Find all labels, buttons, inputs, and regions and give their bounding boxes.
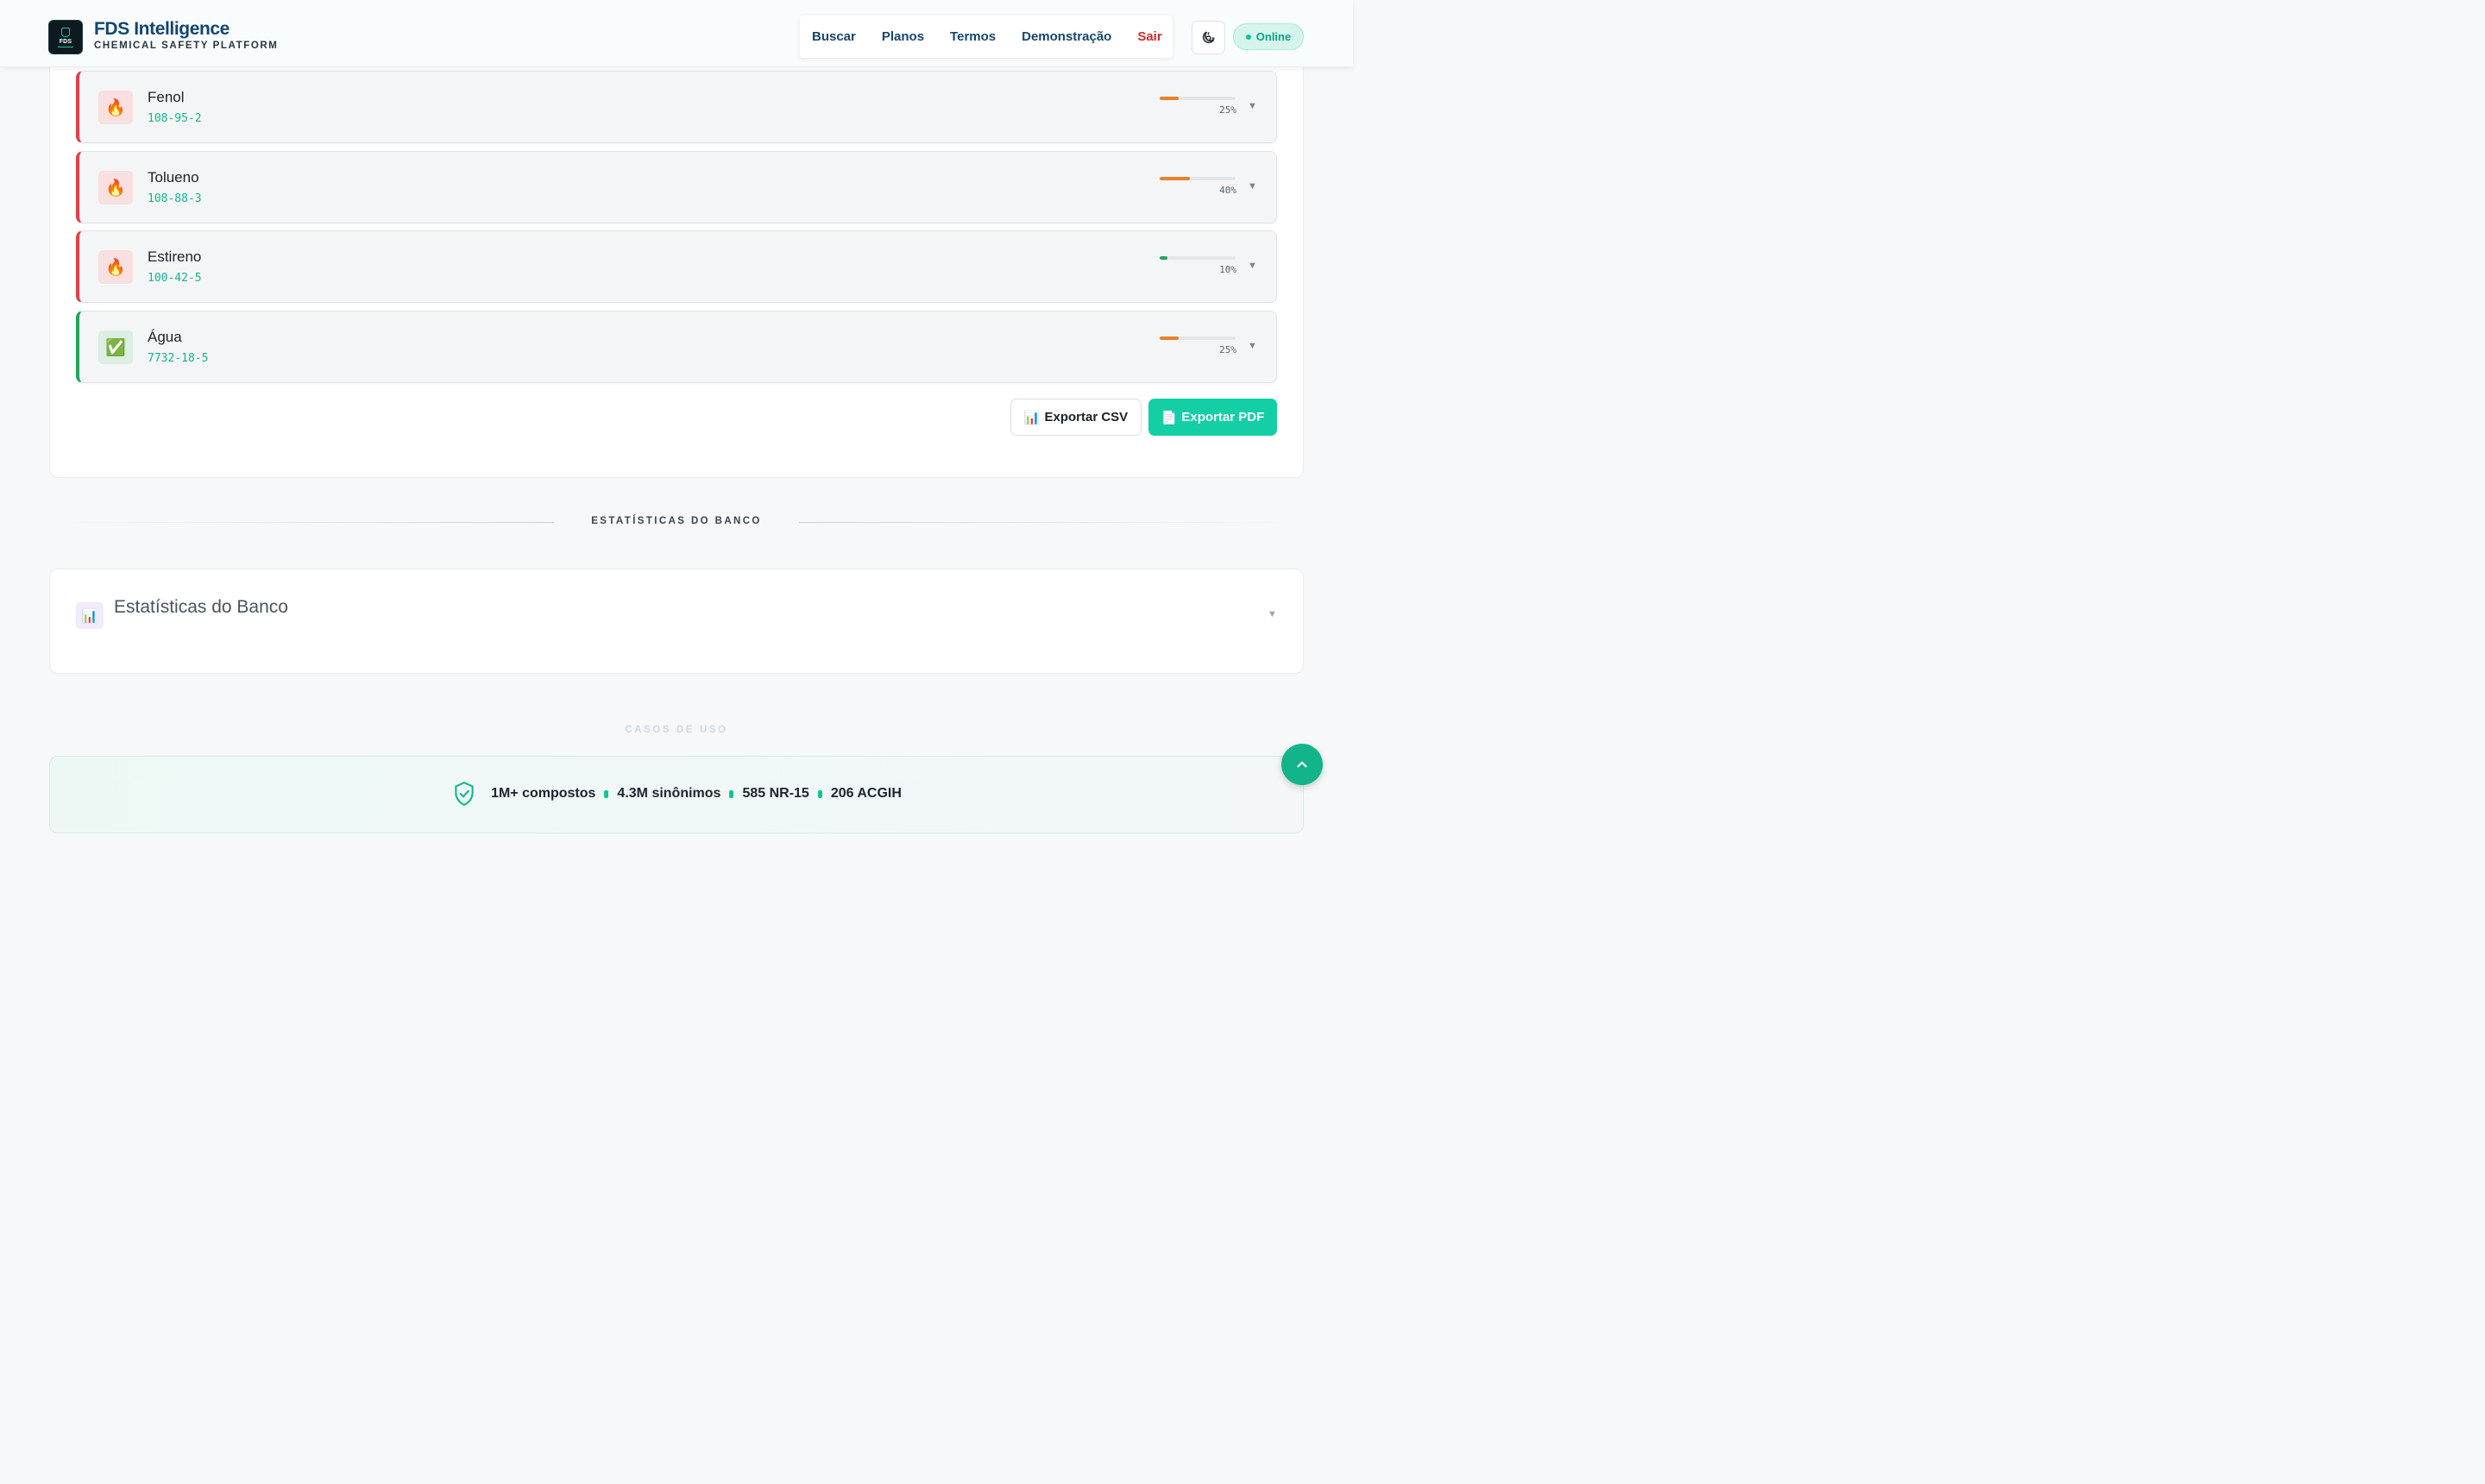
cas-number: 100-42-5 bbox=[148, 272, 202, 285]
chart-icon: 📊 bbox=[1023, 410, 1041, 425]
separator-icon bbox=[604, 789, 609, 798]
risk-bar bbox=[1160, 336, 1236, 340]
logo-text: FDS bbox=[59, 38, 72, 45]
nav-demonstracao[interactable]: Demonstração bbox=[1022, 29, 1111, 44]
compound-row[interactable]: 🔥 Estireno 100-42-5 10% ▼ bbox=[76, 230, 1277, 303]
flask-icon bbox=[61, 27, 70, 37]
export-pdf-label: Exportar PDF bbox=[1181, 410, 1265, 424]
status-badge: Online bbox=[1233, 23, 1304, 50]
brand-subtitle: CHEMICAL SAFETY PLATFORM bbox=[94, 41, 279, 51]
banner-stat: 1M+ compostos bbox=[491, 786, 596, 801]
nav-planos[interactable]: Planos bbox=[882, 29, 924, 44]
check-icon: ✅ bbox=[98, 330, 133, 364]
risk-bar bbox=[1160, 97, 1236, 100]
stats-accordion[interactable]: 📊 Estatísticas do Banco ▼ bbox=[49, 569, 1304, 674]
risk-percent: 10% bbox=[1219, 264, 1236, 275]
risk-percent: 25% bbox=[1219, 104, 1236, 116]
compound-name: Estireno bbox=[148, 248, 202, 265]
banner-stat: 206 ACGIH bbox=[830, 786, 902, 801]
cas-number: 108-95-2 bbox=[148, 112, 202, 125]
risk-percent: 25% bbox=[1219, 344, 1236, 355]
logout-link[interactable]: Sair bbox=[1137, 29, 1161, 44]
theme-toggle-button[interactable] bbox=[1192, 21, 1225, 54]
separator-icon bbox=[817, 789, 822, 798]
banner-stat: 585 NR-15 bbox=[742, 786, 809, 801]
export-csv-button[interactable]: 📊 Exportar CSV bbox=[1010, 399, 1142, 436]
compound-name: Tolueno bbox=[148, 169, 199, 186]
stats-banner: 1M+ compostos 4.3M sinônimos 585 NR-15 2… bbox=[49, 756, 1304, 833]
chevron-down-icon[interactable]: ▼ bbox=[1268, 609, 1277, 619]
stats-title: Estatísticas do Banco bbox=[114, 597, 288, 617]
fire-icon: 🔥 bbox=[98, 250, 133, 284]
main-nav: Buscar Planos Termos Demonstração Sair bbox=[800, 16, 1173, 58]
compound-name: Fenol bbox=[148, 89, 185, 105]
scroll-to-top-button[interactable] bbox=[1281, 744, 1323, 785]
risk-bar bbox=[1160, 177, 1236, 180]
risk-bar bbox=[1160, 256, 1236, 260]
export-pdf-button[interactable]: 📄 Exportar PDF bbox=[1148, 399, 1277, 436]
top-header: FDS FDS Intelligence CHEMICAL SAFETY PLA… bbox=[0, 0, 1353, 67]
document-icon: 📄 bbox=[1161, 410, 1178, 425]
fire-icon: 🔥 bbox=[98, 91, 133, 124]
logo[interactable]: FDS bbox=[48, 20, 83, 54]
chevron-down-icon[interactable]: ▼ bbox=[1248, 181, 1257, 192]
cas-number: 108-88-3 bbox=[148, 192, 202, 205]
chevron-down-icon[interactable]: ▼ bbox=[1248, 341, 1257, 351]
banner-stat: 4.3M sinônimos bbox=[617, 786, 721, 801]
compound-row[interactable]: ✅ Água 7732-18-5 25% ▼ bbox=[76, 311, 1277, 383]
risk-percent: 40% bbox=[1219, 185, 1236, 196]
compound-row[interactable]: 🔥 Tolueno 108-88-3 40% ▼ bbox=[76, 151, 1277, 223]
status-dot-icon bbox=[1245, 34, 1251, 40]
compound-row[interactable]: 🔥 Fenol 108-95-2 25% ▼ bbox=[76, 71, 1277, 143]
chart-icon: 📊 bbox=[76, 602, 104, 629]
status-label: Online bbox=[1255, 30, 1292, 43]
cas-number: 7732-18-5 bbox=[148, 352, 209, 365]
chevron-down-icon[interactable]: ▼ bbox=[1248, 101, 1257, 111]
compound-name: Água bbox=[148, 329, 182, 345]
shield-check-icon bbox=[455, 782, 474, 806]
separator-icon bbox=[729, 789, 734, 798]
section-heading-usecases: CASOS DE USO bbox=[625, 725, 728, 735]
chevron-down-icon[interactable]: ▼ bbox=[1248, 261, 1257, 271]
export-csv-label: Exportar CSV bbox=[1044, 410, 1129, 424]
brand-title: FDS Intelligence bbox=[94, 19, 230, 39]
nav-buscar[interactable]: Buscar bbox=[812, 29, 856, 44]
theme-icon bbox=[1202, 31, 1215, 44]
chevron-up-icon bbox=[1297, 761, 1307, 768]
nav-termos[interactable]: Termos bbox=[950, 29, 996, 44]
fire-icon: 🔥 bbox=[98, 171, 133, 204]
section-heading-stats: ESTATÍSTICAS DO BANCO bbox=[591, 516, 762, 526]
